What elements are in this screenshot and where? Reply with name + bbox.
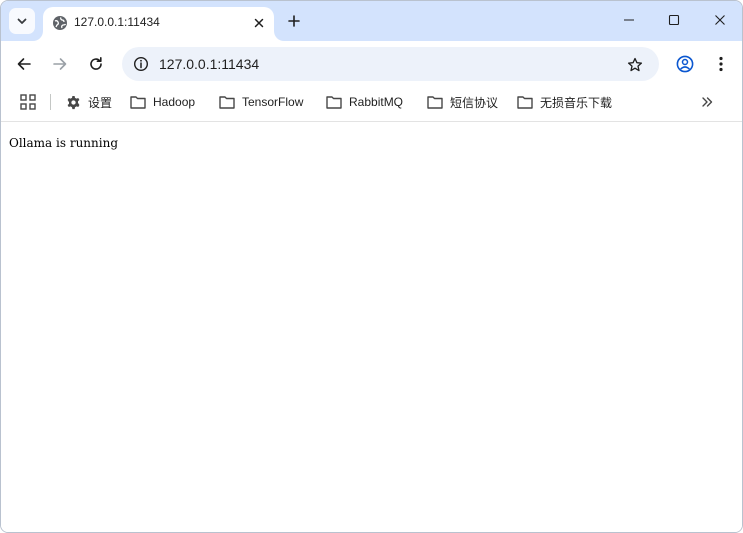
bookmarks-overflow-button[interactable]: [697, 92, 717, 112]
bookmark-label: RabbitMQ: [349, 95, 404, 109]
folder-icon: [326, 96, 342, 109]
bookmarks-bar: 设置 Hadoop TensorFlow RabbitMQ 短信协议 无损音乐下…: [1, 87, 742, 117]
tab-title: 127.0.0.1:11434: [74, 15, 160, 29]
kebab-menu-icon: [719, 56, 723, 72]
double-chevron-right-icon: [702, 97, 713, 107]
profile-button[interactable]: [671, 50, 699, 78]
toolbar: 127.0.0.1:11434: [1, 41, 742, 87]
chevron-down-icon: [17, 18, 27, 24]
folder-icon: [130, 96, 146, 109]
close-icon: [254, 18, 264, 28]
folder-icon: [427, 96, 443, 109]
browser-window: 127.0.0.1:11434 127.0.0.1:11434 设置 Hadoo…: [0, 0, 743, 533]
maximize-button[interactable]: [652, 5, 696, 35]
window-close-button[interactable]: [698, 5, 742, 35]
menu-button[interactable]: [707, 50, 735, 78]
plus-icon: [288, 15, 300, 27]
bookmark-label: 短信协议: [450, 95, 499, 110]
bookmark-folder-sms-protocol[interactable]: 短信协议: [427, 91, 498, 113]
bookmarks-separator: [50, 94, 51, 110]
back-button[interactable]: [10, 50, 38, 78]
gear-icon: [67, 95, 80, 109]
minimize-icon: [624, 19, 634, 21]
globe-icon: [53, 16, 67, 30]
tab-close-button[interactable]: [249, 13, 269, 33]
bookmark-folder-tensorflow[interactable]: TensorFlow: [219, 91, 303, 113]
bookmark-star-button[interactable]: [624, 54, 646, 76]
address-bar[interactable]: 127.0.0.1:11434: [122, 47, 659, 81]
minimize-button[interactable]: [607, 5, 651, 35]
bookmark-label: 设置: [88, 95, 113, 110]
star-icon: [627, 57, 643, 72]
bookmark-folder-lossless-music[interactable]: 无损音乐下载: [517, 91, 612, 113]
url-text[interactable]: 127.0.0.1:11434: [159, 56, 259, 72]
tab-active[interactable]: 127.0.0.1:11434: [43, 7, 274, 41]
page-body-text: Ollama is running: [9, 136, 118, 150]
bookmark-folder-rabbitmq[interactable]: RabbitMQ: [326, 91, 403, 113]
bookmark-label: TensorFlow: [242, 95, 304, 109]
maximize-icon: [668, 14, 680, 26]
forward-arrow-icon: [53, 58, 67, 70]
back-arrow-icon: [17, 58, 31, 70]
page-content: Ollama is running: [1, 122, 742, 532]
bookmark-settings[interactable]: 设置: [66, 91, 112, 113]
forward-button[interactable]: [46, 50, 74, 78]
apps-grid-icon[interactable]: [19, 93, 37, 111]
reload-button[interactable]: [82, 50, 110, 78]
tab-strip: 127.0.0.1:11434: [1, 1, 742, 41]
reload-icon: [90, 57, 102, 70]
site-info-button[interactable]: [129, 52, 153, 76]
folder-icon: [219, 96, 235, 109]
bookmark-label: Hadoop: [153, 95, 196, 109]
site-info-icon: [133, 56, 149, 72]
tab-search-button[interactable]: [9, 8, 35, 34]
new-tab-button[interactable]: [283, 10, 305, 32]
folder-icon: [517, 96, 533, 109]
profile-icon: [676, 55, 694, 73]
close-icon: [715, 15, 725, 25]
bookmark-folder-hadoop[interactable]: Hadoop: [130, 91, 195, 113]
bookmark-label: 无损音乐下载: [540, 95, 613, 110]
